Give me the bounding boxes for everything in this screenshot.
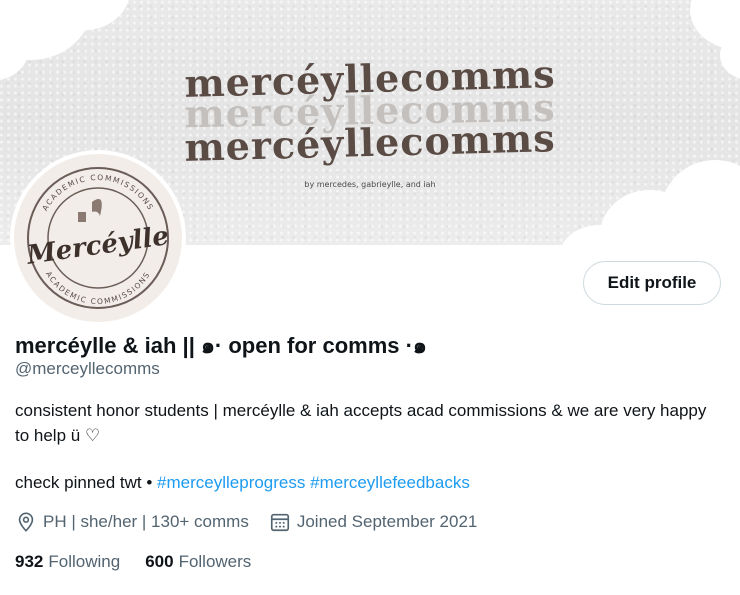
avatar-image: ACADEMIC COMMISSIONS ACADEMIC COMMISSION… [14, 154, 182, 322]
followers-label: Followers [178, 552, 252, 571]
calendar-icon [269, 511, 291, 533]
bio-text: consistent honor students | mercéylle & … [15, 401, 707, 445]
display-name: mercéylle & iah || ๑· open for comms ·๑ [15, 333, 427, 358]
followers-link[interactable]: 600 Followers [145, 552, 251, 572]
bio-pinned-line: check pinned twt • #merceylleprogress #m… [15, 473, 470, 493]
location-text: PH | she/her | 130+ comms [43, 512, 249, 531]
avatar[interactable]: ACADEMIC COMMISSIONS ACADEMIC COMMISSION… [10, 150, 186, 326]
follow-stats: 932 Following 600 Followers [15, 552, 276, 572]
hashtag-link[interactable]: #merceylleprogress [157, 473, 305, 492]
following-link[interactable]: 932 Following [15, 552, 120, 572]
pinned-note: check pinned twt • [15, 473, 153, 492]
merceylle-logo-icon: ACADEMIC COMMISSIONS ACADEMIC COMMISSION… [20, 160, 176, 316]
edit-profile-button[interactable]: Edit profile [583, 261, 721, 305]
followers-count: 600 [145, 552, 174, 571]
hashtag-link[interactable]: #merceyllefeedbacks [310, 473, 470, 492]
joined-date: Joined September 2021 [296, 512, 478, 531]
following-label: Following [48, 552, 121, 571]
user-handle: @merceyllecomms [15, 359, 160, 378]
profile-meta: PH | she/her | 130+ comms Joined Septemb… [15, 511, 477, 533]
location-pin-icon [15, 511, 37, 533]
following-count: 932 [15, 552, 44, 571]
banner-cloud-decoration [660, 160, 740, 245]
